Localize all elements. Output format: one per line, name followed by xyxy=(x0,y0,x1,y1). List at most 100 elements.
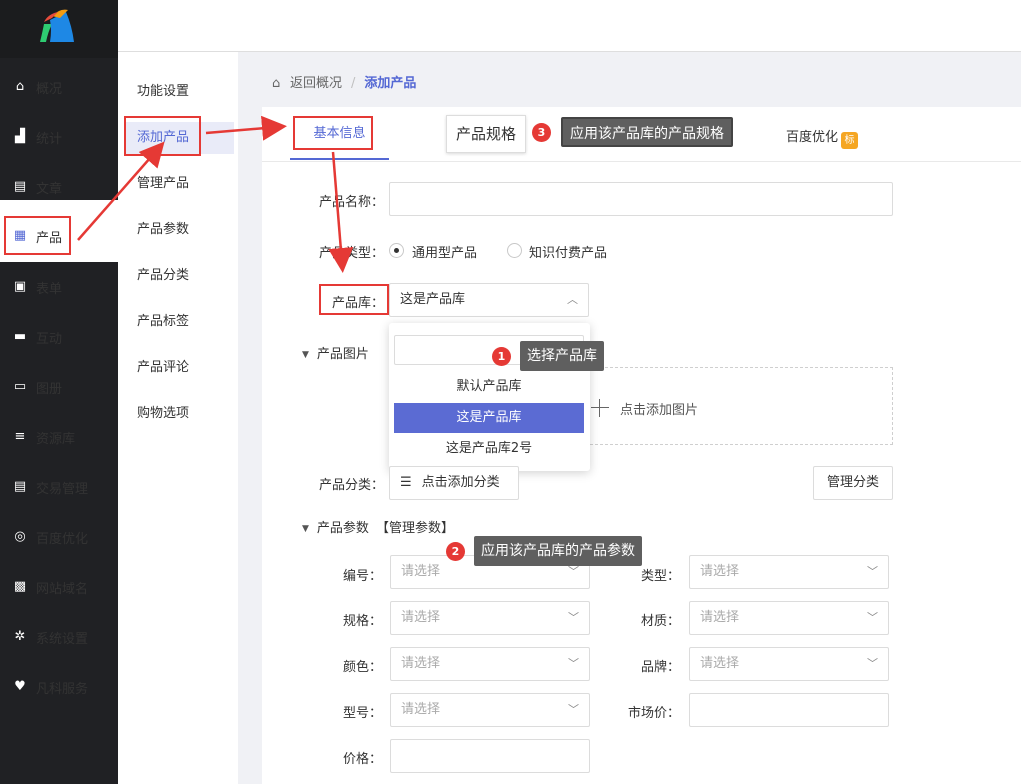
nav-item-overview[interactable]: ⌂ 概况 xyxy=(0,65,118,109)
highlight-add-product xyxy=(124,116,201,156)
library-option[interactable]: 这是产品库2号 xyxy=(394,434,584,464)
nav-label: 网站域名 xyxy=(36,582,89,597)
tab-product-spec[interactable]: 产品规格 xyxy=(446,115,526,153)
logo-icon xyxy=(40,9,74,42)
placeholder: 请选择 xyxy=(401,702,441,717)
tip-apply-spec: 应用该产品库的产品规格 xyxy=(561,117,733,147)
chevron-down-icon: ﹀ xyxy=(867,565,878,578)
top-bar xyxy=(118,0,1021,52)
breadcrumb-separator: / xyxy=(351,76,356,91)
param-label: 材质： xyxy=(641,614,681,629)
gear-icon: ✲ xyxy=(14,629,26,644)
nav-item-resources[interactable]: ≡ 资源库 xyxy=(0,415,118,459)
subnav-function-settings[interactable]: 功能设置 xyxy=(137,77,237,107)
nav-label: 系统设置 xyxy=(36,632,89,647)
home-icon: ⌂ xyxy=(272,76,281,91)
type-knowledge-radio[interactable] xyxy=(507,243,522,258)
chevron-down-icon: ﹀ xyxy=(568,657,579,670)
highlight-library-label xyxy=(319,284,389,315)
nav-active-top xyxy=(0,200,118,214)
chevron-down-icon: ﹀ xyxy=(568,611,579,624)
nav-item-stats[interactable]: ▟ 统计 xyxy=(0,115,118,159)
subnav-product-params[interactable]: 产品参数 xyxy=(137,215,237,245)
price-input[interactable] xyxy=(390,739,590,773)
nav-item-trade[interactable]: ▤ 交易管理 xyxy=(0,465,118,509)
param-select-color[interactable]: 请选择 ﹀ xyxy=(390,647,590,681)
param-label: 颜色： xyxy=(343,660,383,675)
nav-item-interaction[interactable]: ▬ 互动 xyxy=(0,315,118,359)
list-icon: ☰ xyxy=(400,475,412,490)
library-option[interactable]: 默认产品库 xyxy=(394,372,584,402)
product-type-label: 产品类型： xyxy=(319,246,385,261)
nav-item-service[interactable]: ♥ 凡科服务 xyxy=(0,665,118,709)
nav-item-seo[interactable]: ◎ 百度优化 xyxy=(0,515,118,559)
param-select-spec[interactable]: 请选择 ﹀ xyxy=(390,601,590,635)
subnav-product-category[interactable]: 产品分类 xyxy=(137,261,237,291)
product-library-select[interactable]: 这是产品库 ︿ xyxy=(389,283,589,317)
heart-icon: ♥ xyxy=(14,679,26,694)
caret-down-icon: ▼ xyxy=(302,524,309,534)
subnav-product-reviews[interactable]: 产品评论 xyxy=(137,353,237,383)
type-knowledge-label: 知识付费产品 xyxy=(529,246,608,261)
add-category-button[interactable]: ☰ 点击添加分类 xyxy=(389,466,519,500)
param-select-material[interactable]: 请选择 ﹀ xyxy=(689,601,889,635)
market-price-input[interactable] xyxy=(689,693,889,727)
product-library-value: 这是产品库 xyxy=(400,292,466,307)
param-label: 类型： xyxy=(641,569,681,584)
step-badge-2: 2 xyxy=(446,542,465,561)
param-section-header[interactable]: ▼ 产品参数 xyxy=(302,517,369,536)
manage-params-link[interactable]: 【管理参数】 xyxy=(376,517,454,536)
type-general-radio[interactable] xyxy=(389,243,404,258)
subnav-manage-product[interactable]: 管理产品 xyxy=(137,169,237,199)
nav-label: 概况 xyxy=(36,82,63,97)
product-name-input[interactable] xyxy=(389,182,893,216)
product-category-label: 产品分类： xyxy=(319,478,385,493)
tip-apply-params: 应用该产品库的产品参数 xyxy=(474,536,642,566)
library-option-selected[interactable]: 这是产品库 xyxy=(394,403,584,433)
caret-down-icon: ▼ xyxy=(302,350,309,360)
param-label: 市场价： xyxy=(628,706,681,721)
nav-label: 文章 xyxy=(36,182,63,197)
upload-text: 点击添加图片 xyxy=(620,403,699,418)
param-select-type[interactable]: 请选择 ﹀ xyxy=(689,555,889,589)
tab-baidu-seo[interactable]: 百度优化标 xyxy=(786,126,859,149)
manage-category-button[interactable]: 管理分类 xyxy=(813,466,893,500)
article-icon: ▤ xyxy=(13,179,27,194)
placeholder: 请选择 xyxy=(700,564,740,579)
trade-icon: ▤ xyxy=(13,479,27,494)
chevron-down-icon: ﹀ xyxy=(867,611,878,624)
nav-item-gallery[interactable]: ▭ 图册 xyxy=(0,365,118,409)
logo[interactable] xyxy=(0,0,118,58)
nav-label: 百度优化 xyxy=(36,532,89,547)
database-icon: ≡ xyxy=(14,429,26,444)
subnav-product-tags[interactable]: 产品标签 xyxy=(137,307,237,337)
nav-label: 资源库 xyxy=(36,432,76,447)
highlight-basic-tab xyxy=(293,116,373,150)
chevron-up-icon: ︿ xyxy=(567,293,578,306)
param-label: 价格： xyxy=(343,752,383,767)
param-select-model[interactable]: 请选择 ﹀ xyxy=(390,693,590,727)
nav-item-form[interactable]: ▣ 表单 xyxy=(0,265,118,309)
breadcrumb: ⌂ 返回概况 / 添加产品 xyxy=(272,72,416,91)
step-badge-3: 3 xyxy=(532,123,551,142)
param-label: 型号： xyxy=(343,706,383,721)
param-section-title: 产品参数 xyxy=(316,521,369,536)
breadcrumb-home[interactable]: 返回概况 xyxy=(290,76,342,91)
image-section-header[interactable]: ▼ 产品图片 xyxy=(302,343,369,362)
tip-select-library: 选择产品库 xyxy=(520,341,604,371)
domain-icon: ▩ xyxy=(13,579,27,594)
nav-item-domain[interactable]: ▩ 网站域名 xyxy=(0,565,118,609)
nav-label: 交易管理 xyxy=(36,482,89,497)
form-icon: ▣ xyxy=(13,279,27,294)
placeholder: 请选择 xyxy=(401,610,441,625)
subnav-shopping-options[interactable]: 购物选项 xyxy=(137,399,237,429)
param-select-brand[interactable]: 请选择 ﹀ xyxy=(689,647,889,681)
badge-icon: 标 xyxy=(841,132,859,149)
nav-label: 表单 xyxy=(36,282,63,297)
nav-label: 互动 xyxy=(36,332,63,347)
chevron-down-icon: ﹀ xyxy=(568,703,579,716)
image-section-title: 产品图片 xyxy=(316,347,369,362)
nav-item-settings[interactable]: ✲ 系统设置 xyxy=(0,615,118,659)
placeholder: 请选择 xyxy=(401,564,441,579)
param-label: 规格： xyxy=(343,614,383,629)
